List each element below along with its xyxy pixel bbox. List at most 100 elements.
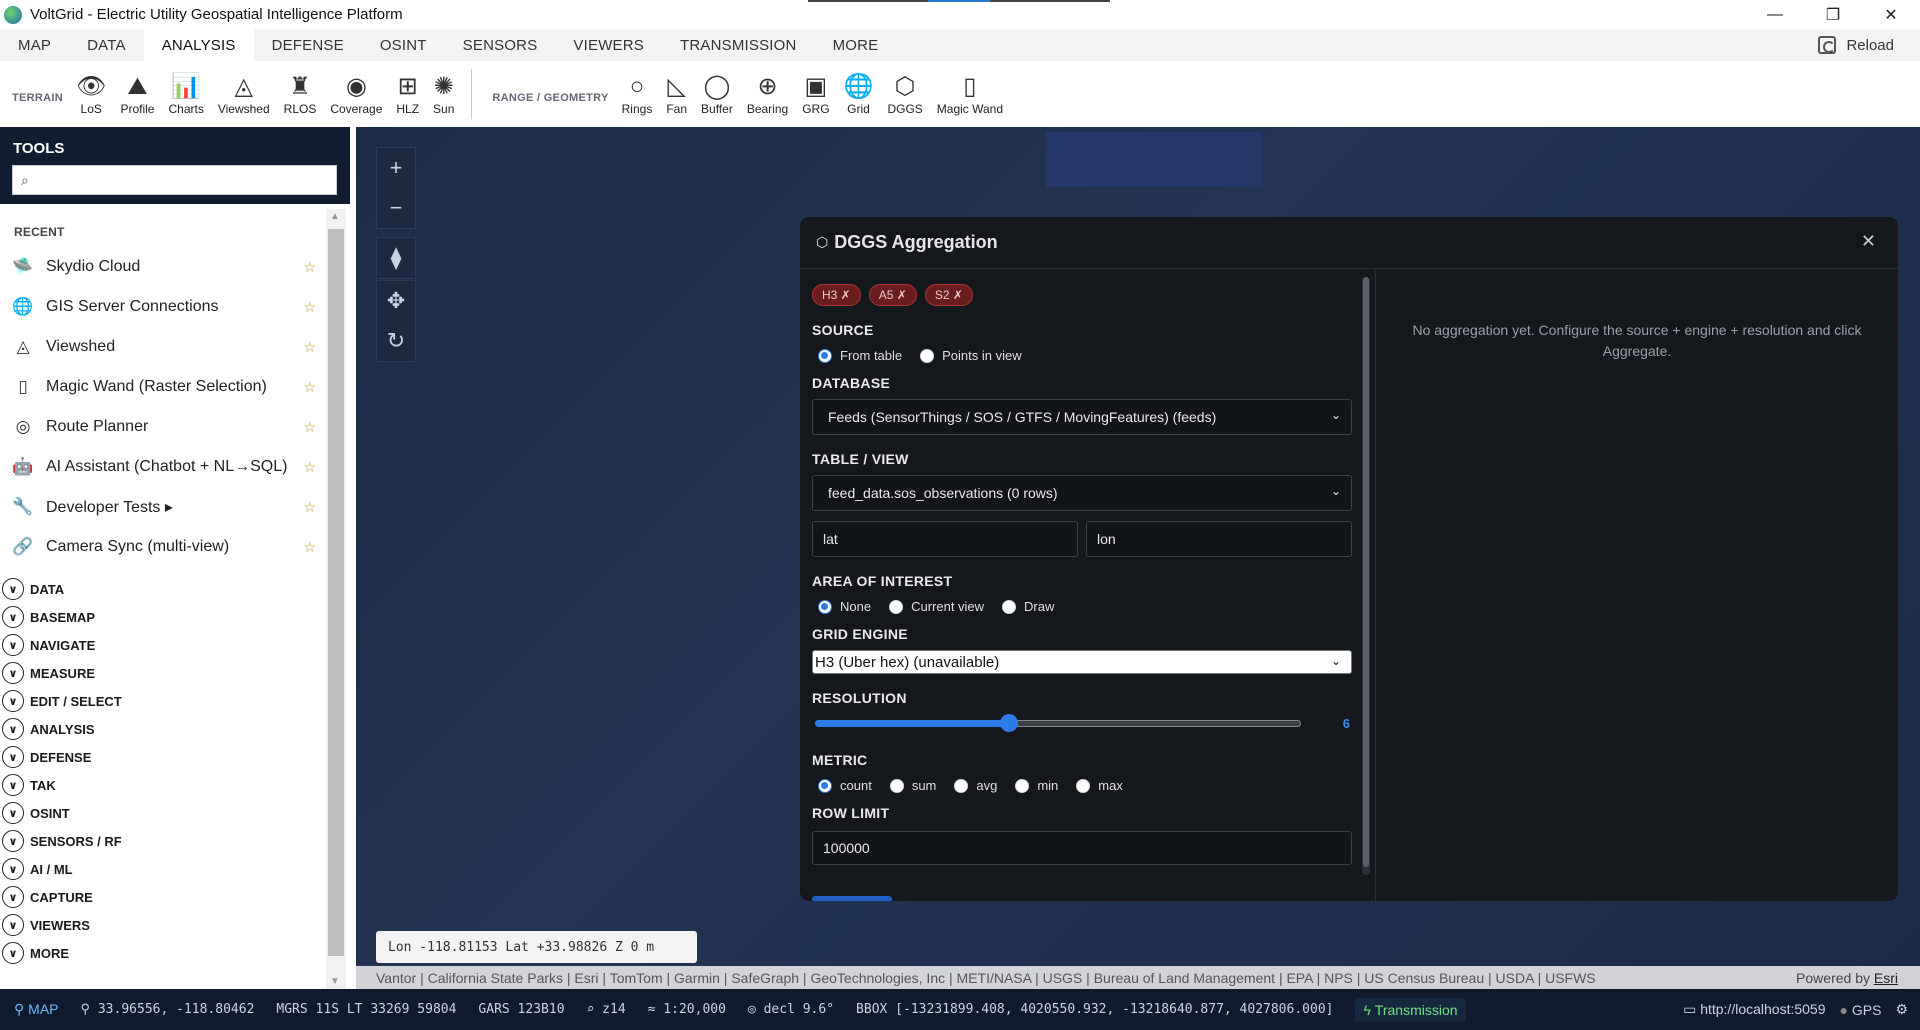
tab-defense[interactable]: DEFENSE (254, 29, 362, 61)
compass-north-icon[interactable]: ⧫ (377, 238, 415, 278)
dialog-scrollbar[interactable] (1362, 277, 1370, 875)
radio-aoi-current-view[interactable]: Current view (883, 599, 984, 614)
tab-data[interactable]: DATA (69, 29, 144, 61)
lat-column-field[interactable]: lat (812, 521, 1078, 557)
radio-dot[interactable] (818, 778, 832, 793)
rotate-icon[interactable]: ↻ (377, 321, 415, 361)
minimize-button[interactable]: — (1746, 0, 1804, 29)
tool-sun[interactable]: ✺ Sun (426, 64, 461, 124)
reload-button[interactable]: Reload (1818, 29, 1894, 61)
category-navigate[interactable]: ∨ NAVIGATE (0, 631, 328, 659)
tool-rings[interactable]: ○ Rings (615, 64, 660, 124)
recent-item-gis-server[interactable]: 🌐 GIS Server Connections ☆ (0, 287, 328, 327)
radio-dot[interactable] (1015, 778, 1030, 793)
tool-buffer[interactable]: ◯ Buffer (694, 64, 740, 124)
star-icon[interactable]: ☆ (303, 339, 316, 356)
star-icon[interactable]: ☆ (303, 539, 316, 556)
category-osint[interactable]: ∨ OSINT (0, 799, 328, 827)
tool-magic-wand[interactable]: ▯ Magic Wand (930, 64, 1010, 124)
tool-profile[interactable]: ⛰ Profile (113, 64, 161, 124)
star-icon[interactable]: ☆ (303, 459, 316, 476)
tools-scrollbar[interactable]: ▲ ▼ (326, 209, 346, 989)
radio-dot[interactable] (818, 599, 832, 614)
radio-points-in-view[interactable]: Points in view (914, 348, 1022, 363)
tab-sensors[interactable]: SENSORS (445, 29, 556, 61)
zoom-in-button[interactable]: + (377, 148, 415, 188)
category-sensors-rf[interactable]: ∨ SENSORS / RF (0, 827, 328, 855)
slider-knob[interactable] (1000, 714, 1018, 732)
category-data[interactable]: ∨ DATA (0, 575, 328, 603)
category-ai-ml[interactable]: ∨ AI / ML (0, 855, 328, 883)
tool-charts[interactable]: 📊 Charts (161, 64, 210, 124)
tool-coverage[interactable]: ◉ Coverage (323, 64, 389, 124)
tool-grg[interactable]: ▣ GRG (795, 64, 836, 124)
radio-dot[interactable] (889, 599, 904, 614)
category-analysis[interactable]: ∨ ANALYSIS (0, 715, 328, 743)
recent-item-ai-assistant[interactable]: 🤖 AI Assistant (Chatbot + NL→SQL) ☆ (0, 447, 328, 487)
dialog-scroll-thumb[interactable] (1363, 277, 1369, 867)
radio-metric-max[interactable]: max (1070, 778, 1123, 793)
tool-los[interactable]: 👁 LoS (69, 64, 113, 124)
database-select[interactable]: Feeds (SensorThings / SOS / GTFS / Movin… (812, 399, 1352, 435)
radio-metric-count[interactable]: count (812, 778, 872, 793)
row-limit-input[interactable]: 100000 (812, 831, 1352, 865)
radio-aoi-none[interactable]: None (812, 599, 871, 614)
tool-viewshed[interactable]: ◬ Viewshed (211, 64, 277, 124)
tool-rlos[interactable]: ♜ RLOS (277, 64, 324, 124)
radio-aoi-draw[interactable]: Draw (996, 599, 1054, 614)
mode-indicator[interactable]: ⚲ MAP (14, 1001, 59, 1018)
category-capture[interactable]: ∨ CAPTURE (0, 883, 328, 911)
tool-bearing[interactable]: ⊕ Bearing (740, 64, 795, 124)
category-measure[interactable]: ∨ MEASURE (0, 659, 328, 687)
radio-metric-avg[interactable]: avg (948, 778, 997, 793)
settings-gear-icon[interactable]: ⚙ (1895, 1001, 1908, 1018)
scroll-down-icon[interactable]: ▼ (330, 976, 340, 987)
tool-hlz[interactable]: ⊞ HLZ (389, 64, 426, 124)
scroll-up-icon[interactable]: ▲ (330, 211, 340, 222)
star-icon[interactable]: ☆ (303, 299, 316, 316)
category-basemap[interactable]: ∨ BASEMAP (0, 603, 328, 631)
category-edit-select[interactable]: ∨ EDIT / SELECT (0, 687, 328, 715)
transmission-indicator[interactable]: ϟ Transmission (1355, 997, 1466, 1022)
tab-analysis[interactable]: ANALYSIS (143, 29, 254, 61)
recent-item-magic-wand[interactable]: ▯ Magic Wand (Raster Selection) ☆ (0, 367, 328, 407)
tool-fan[interactable]: ◺ Fan (659, 64, 694, 124)
radio-metric-min[interactable]: min (1009, 778, 1058, 793)
star-icon[interactable]: ☆ (303, 499, 316, 516)
tab-more[interactable]: MORE (815, 29, 897, 61)
tools-search-input[interactable] (34, 167, 336, 193)
tab-viewers[interactable]: VIEWERS (555, 29, 662, 61)
star-icon[interactable]: ☆ (303, 259, 316, 276)
recent-item-route-planner[interactable]: ◎ Route Planner ☆ (0, 407, 328, 447)
category-tak[interactable]: ∨ TAK (0, 771, 328, 799)
esri-link[interactable]: Esri (1874, 970, 1898, 986)
table-view-select[interactable]: feed_data.sos_observations (0 rows) ⌄ (812, 475, 1352, 511)
recent-item-developer-tests[interactable]: 🔧 Developer Tests ▸ ☆ (0, 487, 328, 527)
category-more[interactable]: ∨ MORE (0, 939, 328, 967)
tools-search[interactable]: ⌕ (12, 165, 337, 195)
radio-dot[interactable] (1076, 778, 1091, 793)
grid-engine-select[interactable]: H3 (Uber hex) (unavailable) ⌄ (812, 650, 1352, 674)
radio-dot[interactable] (1002, 599, 1017, 614)
tool-dggs[interactable]: ⬡ DGGS (880, 64, 929, 124)
radio-from-table[interactable]: From table (812, 348, 902, 363)
close-window-button[interactable]: ✕ (1862, 0, 1920, 29)
star-icon[interactable]: ☆ (303, 379, 316, 396)
zoom-out-button[interactable]: − (377, 188, 415, 228)
aggregate-button-partial[interactable] (812, 896, 892, 901)
tab-osint[interactable]: OSINT (362, 29, 445, 61)
radio-metric-sum[interactable]: sum (884, 778, 936, 793)
tool-grid[interactable]: 🌐 Grid (837, 64, 881, 124)
recent-item-camera-sync[interactable]: 🔗 Camera Sync (multi-view) ☆ (0, 527, 328, 567)
radio-dot[interactable] (954, 778, 969, 793)
radio-dot[interactable] (818, 348, 832, 363)
radio-dot[interactable] (889, 778, 904, 793)
category-defense[interactable]: ∨ DEFENSE (0, 743, 328, 771)
category-viewers[interactable]: ∨ VIEWERS (0, 911, 328, 939)
recent-item-viewshed[interactable]: ◬ Viewshed ☆ (0, 327, 328, 367)
lon-column-field[interactable]: lon (1086, 521, 1352, 557)
tab-transmission[interactable]: TRANSMISSION (662, 29, 815, 61)
recent-item-skydio[interactable]: 🛸 Skydio Cloud ☆ (0, 247, 328, 287)
maximize-button[interactable]: ❐ (1804, 0, 1862, 29)
resolution-slider[interactable]: 6 (812, 712, 1352, 736)
